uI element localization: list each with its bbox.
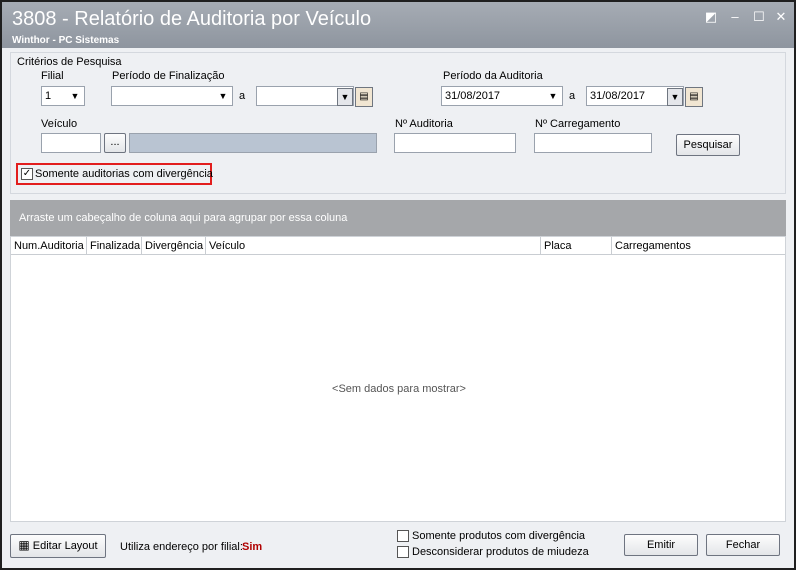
veiculo-code-input[interactable] [41,133,101,153]
num-auditoria-input[interactable] [394,133,516,153]
pesquisar-button[interactable]: Pesquisar [676,134,740,156]
report-window: 3808 - Relatório de Auditoria por Veícul… [0,0,796,570]
emitir-button[interactable]: Emitir [624,534,698,556]
column-header-placa[interactable]: Placa [541,237,612,255]
num-auditoria-label: Nº Auditoria [395,118,453,130]
veiculo-description-field [129,133,377,153]
chevron-down-icon: ▼ [70,91,80,101]
column-header-finalizada[interactable]: Finalizada [87,237,142,255]
produtos-miudeza-label[interactable]: Desconsiderar produtos de miudeza [412,546,589,558]
num-carregamento-input[interactable] [534,133,652,153]
search-criteria-panel: Critérios de Pesquisa Filial 1 ▼ Período… [10,52,786,194]
periodo-finalizacao-label: Período de Finalização [112,70,225,82]
periodo-auditoria-inicio-select[interactable]: 31/08/2017 ▼ [441,86,563,106]
window-subtitle: Winthor - PC Sistemas [12,35,120,46]
filial-label: Filial [41,70,64,82]
veiculo-browse-button[interactable]: ... [104,133,126,153]
produtos-miudeza-checkbox[interactable] [397,546,409,558]
window-title: 3808 - Relatório de Auditoria por Veícul… [12,8,372,30]
endereco-value: Sim [242,541,263,553]
fechar-button[interactable]: Fechar [706,534,780,556]
restore-icon[interactable]: ◩ [702,8,720,26]
chevron-down-icon: ▼ [548,91,558,101]
criteria-section-label: Critérios de Pesquisa [17,56,122,68]
endereco-label: Utiliza endereço por filial: [120,541,243,553]
results-grid[interactable]: Num.Auditoria Finalizada Divergência Veí… [10,236,786,522]
filial-value: 1 [45,90,52,102]
group-by-bar[interactable]: Arraste um cabeçalho de coluna aqui para… [10,200,786,236]
chevron-down-icon[interactable]: ▼ [337,88,353,106]
group-by-hint: Arraste um cabeçalho de coluna aqui para… [19,212,348,224]
empty-grid-message: <Sem dados para mostrar> [332,383,466,395]
column-header-divergencia[interactable]: Divergência [142,237,206,255]
periodo-auditoria-inicio-value: 31/08/2017 [445,90,501,102]
maximize-icon[interactable]: ☐ [750,8,768,26]
close-icon[interactable]: ✕ [772,8,790,26]
a-label-2: a [569,90,576,102]
calendar-icon[interactable]: ▤ [355,87,373,107]
somente-divergencia-label[interactable]: Somente auditorias com divergência [35,168,213,180]
a-label: a [239,90,246,102]
produtos-divergencia-checkbox[interactable] [397,530,409,542]
calendar-icon[interactable]: ▤ [685,87,703,107]
editar-layout-button[interactable]: ▦ Editar Layout [10,534,106,558]
num-carregamento-label: Nº Carregamento [535,118,621,130]
column-header-veiculo[interactable]: Veículo [206,237,541,255]
periodo-auditoria-label: Período da Auditoria [443,70,543,82]
filial-select[interactable]: 1 ▼ [41,86,85,106]
column-header-carregamentos[interactable]: Carregamentos [612,237,785,255]
somente-divergencia-checkbox[interactable]: ✓ [21,168,33,180]
periodo-finalizacao-inicio-select[interactable]: ▼ [111,86,233,106]
periodo-auditoria-fim-value: 31/08/2017 [590,90,646,102]
title-bar: 3808 - Relatório de Auditoria por Veícul… [2,2,794,48]
minimize-icon[interactable]: – [726,8,744,26]
produtos-divergencia-label[interactable]: Somente produtos com divergência [412,530,585,542]
editar-layout-label: Editar Layout [32,540,98,552]
chevron-down-icon[interactable]: ▼ [667,88,683,106]
veiculo-label: Veículo [41,118,78,130]
column-header-num-auditoria[interactable]: Num.Auditoria [11,237,87,255]
layout-icon: ▦ [18,538,30,552]
chevron-down-icon: ▼ [218,91,228,101]
footer-bar: ▦ Editar Layout Utiliza endereço por fil… [2,524,794,568]
